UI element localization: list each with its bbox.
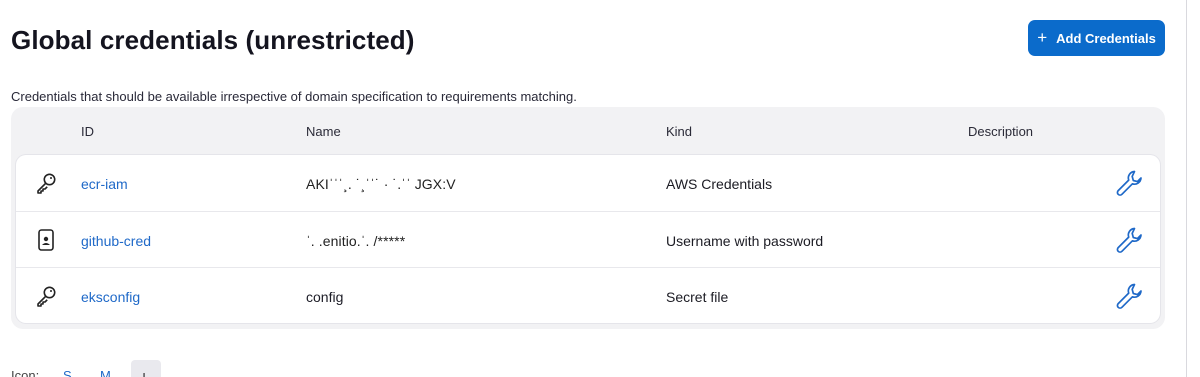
icon-size-large[interactable]: L [131,360,161,377]
column-header-kind: Kind [666,124,693,139]
wrench-icon[interactable] [1113,166,1147,200]
key-icon [37,173,56,194]
plus-icon: + [1037,27,1048,47]
credential-kind: Username with password [666,233,824,249]
credentials-table: ID Name Kind Description ecr-iam AKIˈˈˈ¸… [11,107,1165,329]
add-credentials-button[interactable]: + Add Credentials [1028,20,1165,56]
table-row: ecr-iam AKIˈˈˈ¸. ˙¸ˈˈ˙ · ˙.ˈˈ JGX:V AWS … [16,155,1160,211]
credentials-page: Global credentials (unrestricted) + Add … [0,0,1200,377]
icon-size-medium[interactable]: M [100,368,111,377]
credential-name: ˈ. .enitio.ˈ. /***** [306,233,406,249]
credential-id-link[interactable]: ecr-iam [81,176,128,192]
phone-user-icon [38,229,54,251]
column-header-description: Description [968,124,1034,139]
credential-kind: Secret file [666,289,729,305]
icon-size-small[interactable]: S [63,368,72,377]
page-title: Global credentials (unrestricted) [11,25,415,55]
credential-name: config [306,289,344,305]
credential-id-link[interactable]: github-cred [81,233,151,249]
table-body: ecr-iam AKIˈˈˈ¸. ˙¸ˈˈ˙ · ˙.ˈˈ JGX:V AWS … [16,155,1160,323]
wrench-icon[interactable] [1113,279,1147,313]
add-credentials-label: Add Credentials [1056,30,1156,46]
wrench-icon[interactable] [1113,223,1147,257]
column-header-name: Name [306,124,341,139]
key-icon [37,286,56,307]
table-row: eksconfig config Secret file [16,267,1160,323]
credential-kind: AWS Credentials [666,176,773,192]
table-row: github-cred ˈ. .enitio.ˈ. /***** Usernam… [16,211,1160,267]
icon-size-selector: Icon: S M L [11,360,171,377]
table-header: ID Name Kind Description [11,107,1165,155]
page-description: Credentials that should be available irr… [11,89,577,104]
credential-name: AKIˈˈˈ¸. ˙¸ˈˈ˙ · ˙.ˈˈ JGX:V [306,176,456,192]
scrollbar-edge [1186,0,1187,377]
credential-id-link[interactable]: eksconfig [81,289,140,305]
column-header-id: ID [81,124,94,139]
icon-size-label: Icon: [11,368,40,377]
